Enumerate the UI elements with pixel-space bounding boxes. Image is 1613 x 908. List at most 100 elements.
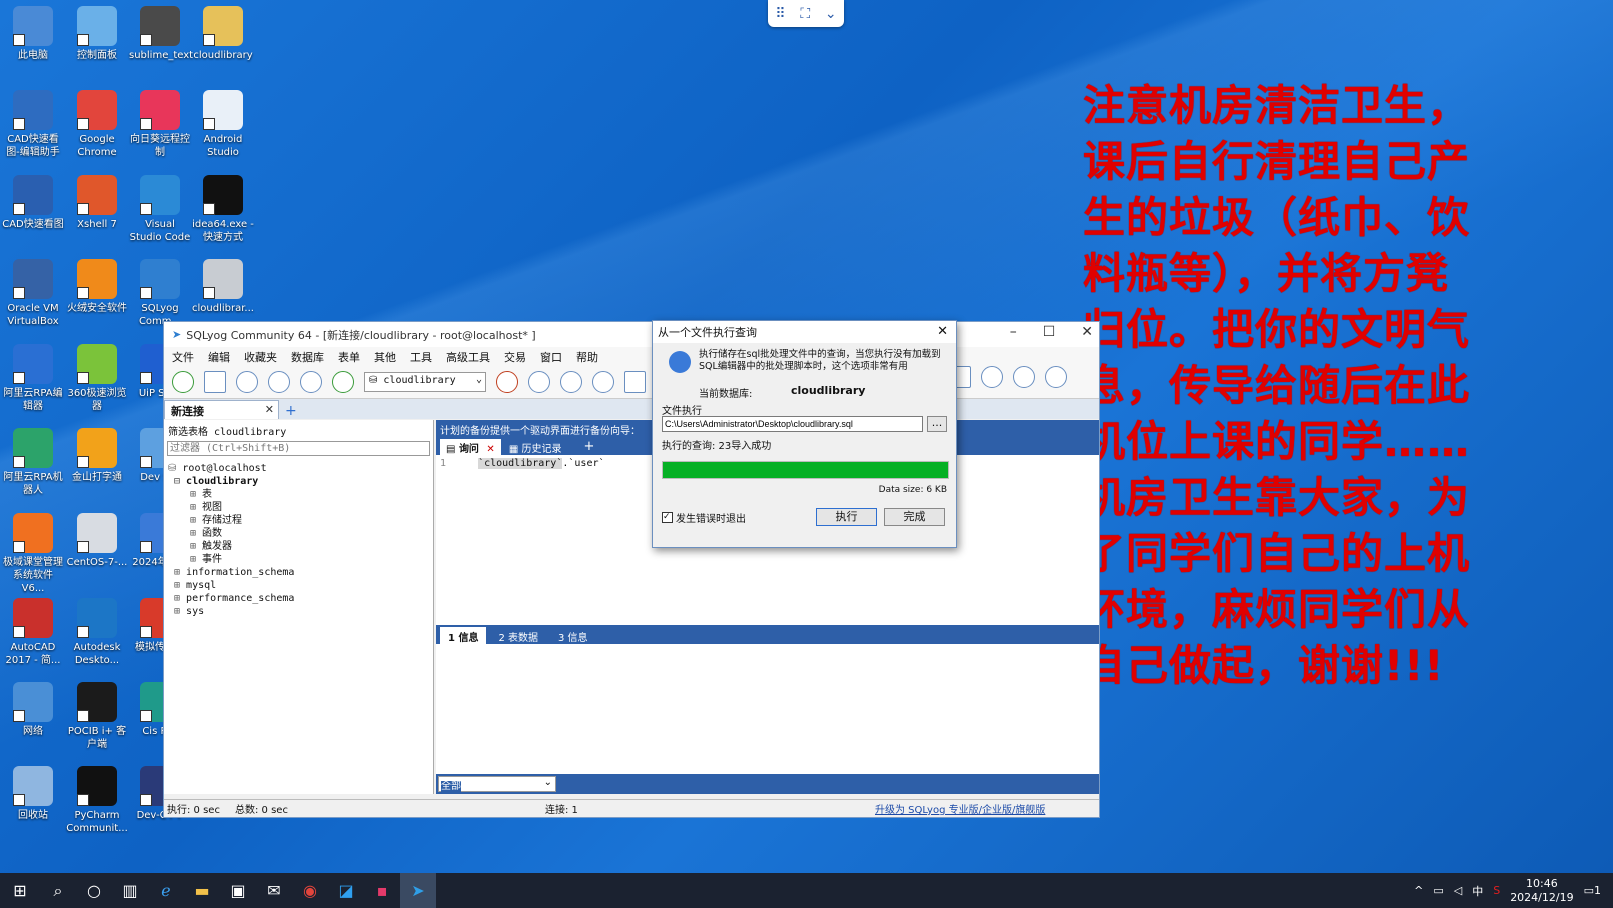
desktop-icon[interactable]: PyCharm Communit... [66, 766, 128, 835]
desktop-icon[interactable]: Autodesk Deskto... [66, 598, 128, 667]
menu-item[interactable]: 帮助 [576, 349, 598, 365]
explorer-icon[interactable]: ▬ [184, 873, 220, 908]
sync-icon[interactable] [981, 366, 1003, 388]
desktop-icon[interactable]: Xshell 7 [66, 175, 128, 231]
menu-item[interactable]: 文件 [172, 349, 194, 365]
qq-icon[interactable]: ◪ [328, 873, 364, 908]
filter-input[interactable] [167, 441, 430, 456]
chevron-down-icon[interactable]: ⌄ [825, 6, 837, 22]
idea-icon[interactable]: ▪ [364, 873, 400, 908]
menu-item[interactable]: 交易 [504, 349, 526, 365]
tree-db[interactable]: ⊞ information_schema [168, 566, 429, 579]
add-query-tab[interactable]: + [569, 439, 608, 455]
menu-item[interactable]: 收藏夹 [244, 349, 277, 365]
menu-item[interactable]: 表单 [338, 349, 360, 365]
menu-item[interactable]: 编辑 [208, 349, 230, 365]
tree-folder[interactable]: ⊞ 触发器 [168, 540, 429, 553]
desktop-icon[interactable]: CAD快速看图-编辑助手 [2, 90, 64, 159]
exit-on-error-checkbox[interactable]: ✓ 发生错误时退出 [662, 510, 746, 525]
desktop-icon[interactable]: Google Chrome [66, 90, 128, 159]
menu-item[interactable]: 高级工具 [446, 349, 490, 365]
user-icon[interactable] [496, 371, 518, 393]
tree-expander-icon[interactable]: ⊞ [190, 489, 202, 500]
close-icon[interactable]: ✕ [486, 444, 494, 455]
tree-db[interactable]: ⊞ mysql [168, 579, 429, 592]
search-icon[interactable]: ⌕ [40, 873, 76, 908]
desktop-icon[interactable]: 金山打字通 [66, 428, 128, 484]
tree-expander-icon[interactable]: ⊟ [174, 476, 186, 487]
desktop-icon[interactable]: sublime_text [129, 6, 193, 62]
chrome-icon[interactable]: ◉ [292, 873, 328, 908]
cortana-icon[interactable]: ○ [76, 873, 112, 908]
tree-folder[interactable]: ⊞ 视图 [168, 501, 429, 514]
result-tab[interactable]: 3 信息 [550, 627, 596, 644]
tree-expander-icon[interactable]: ⊞ [190, 515, 202, 526]
checkbox-icon[interactable]: ✓ [662, 512, 673, 523]
menu-item[interactable]: 工具 [410, 349, 432, 365]
execute-icon[interactable] [236, 371, 258, 393]
mail-icon[interactable]: ✉ [256, 873, 292, 908]
tree-expander-icon[interactable]: ⊞ [190, 502, 202, 513]
execute-edit-icon[interactable] [300, 371, 322, 393]
maximize-button[interactable]: ☐ [1043, 324, 1056, 340]
desktop-icon[interactable]: CAD快速看图 [2, 175, 64, 231]
browse-button[interactable]: ... [927, 416, 947, 432]
tree-folder[interactable]: ⊞ 函数 [168, 527, 429, 540]
store-icon[interactable]: ▣ [220, 873, 256, 908]
tree-expander-icon[interactable]: ⊞ [174, 606, 186, 617]
desktop-icon[interactable]: Oracle VM VirtualBox [2, 259, 64, 328]
notification-icon[interactable]: ▭1 [1584, 884, 1601, 897]
desktop-icon[interactable]: AutoCAD 2017 - 简... [2, 598, 64, 667]
desktop-icon[interactable]: Visual Studio Code [129, 175, 191, 244]
tab-new-connection[interactable]: 新连接 ✕ [164, 400, 279, 419]
desktop-icon[interactable]: 极域课堂管理系统软件V6... [2, 513, 64, 595]
compare-icon[interactable] [1045, 366, 1067, 388]
tree-folder[interactable]: ⊞ 存储过程 [168, 514, 429, 527]
minimize-button[interactable]: – [1010, 324, 1017, 340]
done-button[interactable]: 完成 [884, 508, 945, 526]
tree-folder[interactable]: ⊞ 表 [168, 488, 429, 501]
desktop-icon[interactable]: Android Studio [192, 90, 254, 159]
tree-expander-icon[interactable]: ⊞ [174, 580, 186, 591]
close-button[interactable]: ✕ [1081, 324, 1093, 340]
close-icon[interactable]: ✕ [265, 403, 274, 416]
upgrade-link[interactable]: 升级为 SQLyog 专业版/企业版/旗舰版 [875, 801, 1045, 816]
desktop-icon[interactable]: idea64.exe - 快速方式 [192, 175, 254, 244]
clock[interactable]: 10:46 2024/12/19 [1510, 877, 1573, 905]
desktop-icon[interactable]: 360极速浏览器 [66, 344, 128, 413]
sqlyog-icon[interactable]: ➤ [400, 873, 436, 908]
tree-root[interactable]: ⛁ root@localhost [168, 462, 429, 475]
desktop-icon[interactable]: CentOS-7-... [66, 513, 128, 569]
remote-toolbar[interactable]: ⠿ ⛶ ⌄ [768, 0, 844, 27]
restore-icon[interactable] [560, 371, 582, 393]
desktop-icon[interactable]: cloudlibrar... [192, 259, 254, 315]
tab-query[interactable]: ▤ 询问 ✕ [440, 439, 501, 455]
tree-db[interactable]: ⊟ cloudlibrary [168, 475, 429, 488]
tree-db[interactable]: ⊞ performance_schema [168, 592, 429, 605]
volume-icon[interactable]: ◁ [1454, 884, 1462, 897]
tab-history[interactable]: ▦ 历史记录 [503, 439, 568, 455]
antivirus-icon[interactable]: S [1493, 884, 1500, 897]
tree-expander-icon[interactable]: ⊞ [174, 593, 186, 604]
chevron-up-icon[interactable]: ^ [1414, 884, 1423, 897]
result-tab[interactable]: 2 表数据 [490, 627, 546, 644]
tree-expander-icon[interactable]: ⊞ [190, 528, 202, 539]
menu-item[interactable]: 数据库 [291, 349, 324, 365]
grid-icon[interactable]: ⠿ [775, 6, 785, 22]
file-path-input[interactable] [662, 416, 923, 432]
tree-folder[interactable]: ⊞ 事件 [168, 553, 429, 566]
tree-expander-icon[interactable]: ⊞ [174, 567, 186, 578]
execute-all-icon[interactable] [268, 371, 290, 393]
tree-expander-icon[interactable]: ⛁ [168, 463, 182, 474]
tree-expander-icon[interactable]: ⊞ [190, 541, 202, 552]
database-selector[interactable]: ⛁ cloudlibrary ⌄ [364, 372, 486, 392]
desktop-icon[interactable]: 阿里云RPA机器人 [2, 428, 64, 497]
desktop-icon[interactable]: 向日葵远程控制 [129, 90, 191, 159]
refresh-icon[interactable] [332, 371, 354, 393]
desktop-icon[interactable]: POCIB i+ 客户端 [66, 682, 128, 751]
copy-db-icon[interactable] [1013, 366, 1035, 388]
tree-db[interactable]: ⊞ sys [168, 605, 429, 618]
import-icon[interactable] [592, 371, 614, 393]
schema-icon[interactable] [624, 371, 646, 393]
close-icon[interactable]: ✕ [937, 324, 948, 339]
